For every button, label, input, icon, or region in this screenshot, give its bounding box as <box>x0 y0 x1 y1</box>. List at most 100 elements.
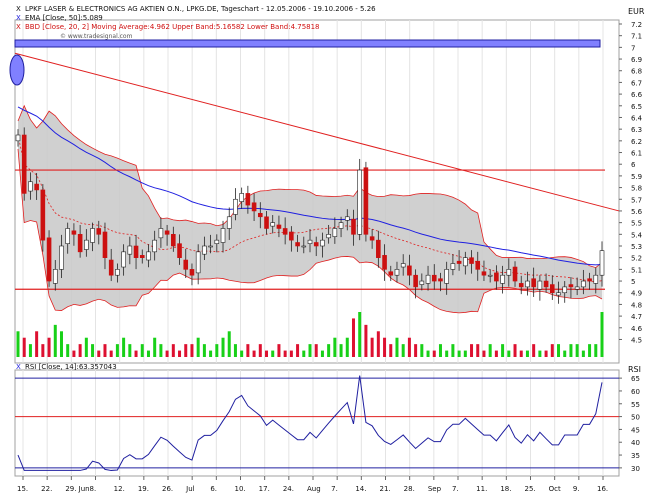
volume-bar <box>165 350 169 357</box>
price-tick-label: 6.9 <box>631 56 642 64</box>
x-tick-label: 9. <box>573 485 580 493</box>
candle-body <box>239 193 244 202</box>
volume-bar <box>420 344 424 357</box>
price-tick-label: 6.7 <box>631 79 642 87</box>
volume-bar <box>333 337 337 357</box>
price-tick-label: 4.6 <box>631 325 643 333</box>
candle-body <box>593 274 599 284</box>
title-x-icon[interactable]: X <box>16 5 21 13</box>
price-tick-label: 6.2 <box>631 138 642 146</box>
price-tick-label: 5.1 <box>631 266 642 274</box>
price-tick-label: 5.4 <box>631 231 643 239</box>
x-tick-label: 7. <box>452 485 459 493</box>
x-tick-label: 19. <box>138 485 149 493</box>
candle-body <box>65 228 71 244</box>
volume-bar <box>557 344 561 357</box>
volume-bar <box>265 350 269 357</box>
rsi-panel-frame <box>14 369 620 477</box>
volume-bar <box>457 350 461 357</box>
x-tick-label: 28. <box>404 485 415 493</box>
volume-bar <box>91 344 95 357</box>
candle-body <box>282 228 288 235</box>
price-tick-label: 5.2 <box>631 255 642 263</box>
price-tick-label: 5.8 <box>631 185 642 193</box>
volume-bar <box>202 344 206 357</box>
volume-bar <box>308 344 312 357</box>
volume-bar <box>47 337 51 357</box>
volume-bar <box>407 337 411 357</box>
volume-bar <box>351 318 355 357</box>
candle-body <box>195 251 201 274</box>
volume-bar <box>159 344 163 357</box>
volume-bar <box>115 344 119 357</box>
volume-bar <box>513 344 517 357</box>
candle-body <box>21 134 27 194</box>
volume-bar <box>488 344 492 357</box>
price-tick-label: 5.7 <box>631 196 642 204</box>
candle-body <box>158 228 164 239</box>
candle-body <box>146 251 151 261</box>
volume-bar <box>146 350 150 357</box>
ema-x-icon[interactable]: X <box>16 14 21 22</box>
x-tick-label: 8. <box>90 485 97 493</box>
x-tick-label: 26. <box>162 485 173 493</box>
volume-bar <box>538 350 542 357</box>
candle-body <box>127 245 133 255</box>
rsi-x-icon[interactable]: X <box>16 363 21 371</box>
volume-bar <box>153 337 157 357</box>
bbd-x-icon[interactable]: X <box>16 23 21 31</box>
rsi-axis-title: RSI <box>628 365 641 374</box>
volume-bar <box>28 344 32 357</box>
candle-body <box>71 230 77 235</box>
rsi-tick-label: 40 <box>631 439 640 447</box>
price-tick-label: 4.9 <box>631 290 642 298</box>
candle-body <box>77 234 83 253</box>
rsi-tick-label: 45 <box>631 426 640 434</box>
candle-body <box>413 274 418 288</box>
candle-body <box>463 257 468 267</box>
candle-body <box>320 239 325 247</box>
x-tick-label: 24. <box>283 485 294 493</box>
volume-bar <box>190 344 194 357</box>
candle-body <box>96 228 102 235</box>
volume-bar <box>525 350 529 357</box>
volume-bar <box>240 350 244 357</box>
volume-bar <box>550 344 554 357</box>
price-tick-label: 6.6 <box>631 91 643 99</box>
candle-body <box>332 228 338 237</box>
candle-body <box>512 266 518 282</box>
volume-bar <box>532 344 536 357</box>
volume-bar <box>35 331 39 357</box>
volume-bar <box>544 350 548 357</box>
candle-body <box>376 239 381 258</box>
candle-body <box>40 189 46 241</box>
candle-body <box>295 242 300 247</box>
candle-body <box>276 224 282 229</box>
candle-body <box>537 280 543 290</box>
candle-body <box>568 284 574 288</box>
volume-bar <box>271 350 275 357</box>
volume-bar <box>283 350 287 357</box>
price-tick-label: 7.2 <box>631 21 642 29</box>
candle-body <box>226 216 232 229</box>
candle-body <box>152 239 157 253</box>
volume-bar <box>432 350 436 357</box>
candle-body <box>369 236 375 241</box>
currency-label: EUR <box>628 7 645 16</box>
highlight-circle <box>9 54 25 86</box>
volume-bar <box>588 344 592 357</box>
price-tick-label: 4.7 <box>631 313 642 321</box>
candle-body <box>456 260 462 264</box>
volume-bar <box>128 344 132 357</box>
volume-bar <box>171 344 175 357</box>
candle-body <box>394 269 400 276</box>
candle-body <box>214 239 220 244</box>
price-tick-label: 5.5 <box>631 220 642 228</box>
rsi-tick-label: 30 <box>631 465 640 473</box>
volume-bar <box>296 344 300 357</box>
x-tick-label: 16. <box>597 485 608 493</box>
volume-bar <box>16 331 20 357</box>
candle-body <box>326 234 331 239</box>
candle-body <box>251 202 257 212</box>
price-tick-label: 4.8 <box>631 301 642 309</box>
